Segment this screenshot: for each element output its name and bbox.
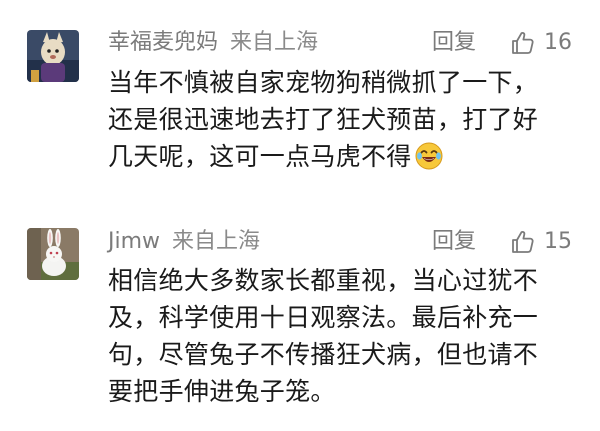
reply-button[interactable]: 回复 [432, 227, 476, 257]
author-location: 来自上海 [230, 30, 319, 55]
author-name[interactable]: 幸福麦兜妈 [108, 30, 218, 55]
comment-line: 要把手伸进兔子笼。 [108, 377, 336, 406]
comment-line: 相信绝大多数家长都重视，当心过犹不 [108, 266, 539, 295]
comment-item: Jimw 来自上海 回复 15 相信绝大多数家长都重视，当心过犹不 及，科学使用十… [0, 215, 600, 431]
comment-line-with-emoji: 几天呢，这可一点马虎不得 [108, 138, 578, 175]
comment-line: 及，科学使用十日观察法。最后补充一 [108, 303, 539, 332]
author-location: 来自上海 [172, 229, 261, 254]
user-avatar[interactable] [27, 30, 79, 82]
comment-line: 几天呢，这可一点马虎不得 [108, 142, 412, 171]
comment-line: 还是很迅速地去打了狂犬预苗，打了好 [108, 105, 539, 134]
comment-item: 幸福麦兜妈 来自上海 回复 16 当年不慎被自家宠物狗稍微抓了一下， 还是很迅速地… [0, 0, 600, 215]
like-button[interactable]: 16 [510, 28, 572, 58]
user-avatar[interactable] [27, 228, 79, 280]
like-count: 16 [544, 30, 572, 55]
avatar-cartoon-icon [27, 30, 79, 82]
comment-text: 相信绝大多数家长都重视，当心过犹不 及，科学使用十日观察法。最后补充一 句，尽管… [108, 262, 578, 410]
avatar-rabbit-icon [27, 228, 79, 280]
like-button[interactable]: 15 [510, 227, 572, 257]
comment-author[interactable]: Jimw 来自上海 [108, 227, 260, 257]
like-count: 15 [544, 229, 572, 254]
author-name[interactable]: Jimw [108, 229, 160, 254]
reply-button[interactable]: 回复 [432, 28, 476, 58]
comment-text: 当年不慎被自家宠物狗稍微抓了一下， 还是很迅速地去打了狂犬预苗，打了好 几天呢，… [108, 64, 578, 175]
thumbs-up-icon [512, 231, 534, 253]
comment-author[interactable]: 幸福麦兜妈 来自上海 [108, 28, 318, 58]
comment-line: 当年不慎被自家宠物狗稍微抓了一下， [108, 68, 539, 97]
comment-list: 幸福麦兜妈 来自上海 回复 16 当年不慎被自家宠物狗稍微抓了一下， 还是很迅速地… [0, 0, 600, 431]
comment-line: 句，尽管兔子不传播狂犬病，但也请不 [108, 340, 539, 369]
laughing-emoji-icon [415, 142, 443, 170]
thumbs-up-icon [512, 32, 534, 54]
